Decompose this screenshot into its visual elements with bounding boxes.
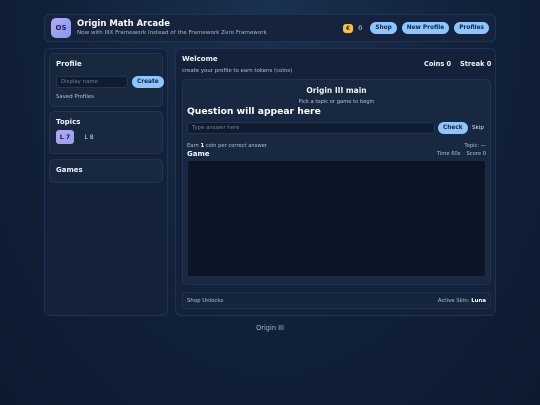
streak-stat: Streak 0 [460, 60, 492, 68]
shop-button[interactable]: Shop [370, 22, 397, 34]
page-footer: Origin III [256, 324, 284, 332]
main-panel: Welcome create your profile to earn toke… [175, 48, 496, 316]
play-subtitle: Pick a topic or game to begin [298, 99, 375, 105]
topic-chip-l7[interactable]: L 7 [56, 130, 74, 144]
coins-stat: Coins 0 [424, 60, 452, 68]
profile-title: Profile [56, 60, 82, 68]
header-titles: Origin Math Arcade Now with IIIX Framewo… [77, 18, 267, 36]
topics-card: Topics L 7 L 8 [49, 111, 163, 154]
earn-info: Earn 1 coin per correct answer [187, 143, 267, 149]
welcome-title: Welcome [182, 55, 218, 63]
earn-suffix: coin per correct answer [204, 143, 267, 149]
skip-button[interactable]: Skip [472, 125, 484, 131]
question-text: Question will appear here [187, 106, 321, 117]
active-skin-label: Active Skin: [437, 298, 472, 304]
topic-indicator: Topic: — [464, 143, 486, 149]
answer-input[interactable] [187, 122, 435, 134]
topic-chip-l8[interactable]: L 8 [80, 130, 98, 144]
app-title: Origin Math Arcade [77, 18, 171, 29]
games-card: Games [49, 159, 163, 183]
create-profile-button[interactable]: Create [132, 76, 164, 88]
sidebar: Profile Create Saved Profiles Topics L 7… [44, 48, 168, 316]
time-stat: Time 60s [436, 151, 461, 157]
app-subtitle: Now with IIIX Framework instead of the F… [77, 29, 267, 36]
game-label: Game [187, 150, 210, 158]
game-stats: Time 60s Score 0 [437, 151, 486, 157]
score-stat: Score 0 [466, 151, 486, 157]
shop-unlocks-label: Shop Unlocks [187, 298, 224, 304]
topics-title: Topics [56, 118, 81, 126]
app-header: OS Origin Math Arcade Now with IIIX Fram… [44, 14, 496, 42]
coin-icon: € [343, 23, 354, 33]
active-skin-value: Luna [471, 298, 486, 304]
game-canvas[interactable] [187, 160, 486, 277]
new-profile-button[interactable]: New Profile [401, 22, 450, 34]
profile-card: Profile Create Saved Profiles [49, 53, 164, 107]
play-area: Origin III main Pick a topic or game to … [182, 79, 491, 285]
games-title: Games [56, 166, 83, 174]
welcome-subtitle: create your profile to earn tokens (coin… [182, 68, 293, 74]
play-title: Origin III main [306, 86, 367, 95]
header-coin-count: 0 [358, 24, 363, 32]
saved-profiles-label: Saved Profiles [56, 94, 94, 100]
check-button[interactable]: Check [438, 122, 468, 134]
profiles-button[interactable]: Profiles [454, 22, 489, 34]
active-skin: Active Skin: Luna [438, 298, 486, 304]
display-name-input[interactable] [56, 76, 128, 88]
shop-footer-strip: Shop Unlocks Active Skin: Luna [182, 292, 491, 309]
app-logo: OS [51, 18, 71, 38]
header-actions: € 0 Shop New Profile Profiles [343, 22, 489, 34]
earn-prefix: Earn [187, 143, 201, 149]
